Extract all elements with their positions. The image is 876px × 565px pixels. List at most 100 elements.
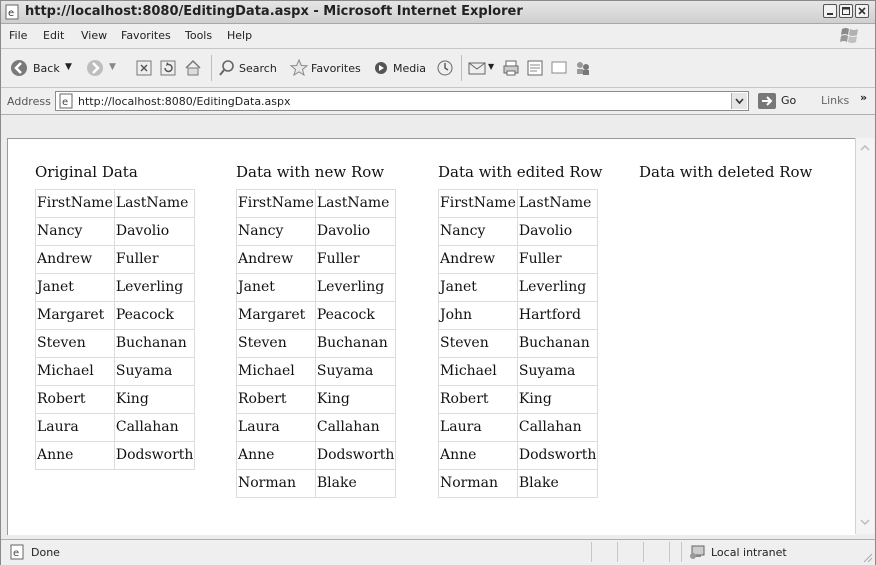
section-edited-row: Data with edited Row FirstName LastName … xyxy=(438,163,603,498)
cell-lastname: Callahan xyxy=(113,413,196,442)
cell-lastname: Dodsworth xyxy=(113,441,196,470)
table-row: Nancy Davolio xyxy=(236,217,397,246)
media-button[interactable]: Media xyxy=(371,58,431,78)
cell-lastname: Hartford xyxy=(516,301,599,330)
menu-favorites[interactable]: Favorites xyxy=(121,29,171,42)
back-dropdown-icon[interactable]: ▼ xyxy=(65,62,72,72)
discuss-button[interactable] xyxy=(549,58,569,78)
cell-lastname: Buchanan xyxy=(516,329,599,358)
page-icon: e xyxy=(59,93,73,109)
table-row: Nancy Davolio xyxy=(35,217,196,246)
home-icon xyxy=(185,59,201,76)
minimize-button[interactable] xyxy=(823,4,837,18)
mail-dropdown-icon[interactable]: ▼ xyxy=(488,62,494,71)
address-dropdown-button[interactable] xyxy=(731,93,747,109)
table-row: Anne Dodsworth xyxy=(236,441,397,470)
menu-file[interactable]: File xyxy=(9,29,27,42)
cell-firstname: Steven xyxy=(236,329,316,358)
links-chevron-icon[interactable]: » xyxy=(860,91,867,104)
table-row: Margaret Peacock xyxy=(35,301,196,330)
address-bar: Address e http://localhost:8080/EditingD… xyxy=(1,88,875,115)
favorites-button[interactable]: Favorites xyxy=(289,58,365,78)
status-divider xyxy=(617,542,618,562)
menu-view[interactable]: View xyxy=(81,29,107,42)
security-zone-text: Local intranet xyxy=(711,546,787,559)
scroll-up-icon[interactable] xyxy=(857,140,873,156)
history-button[interactable] xyxy=(435,58,455,78)
edit-page-button[interactable] xyxy=(525,58,545,78)
address-label: Address xyxy=(7,95,51,108)
vertical-scrollbar[interactable] xyxy=(855,138,874,534)
section-deleted-row: Data with deleted Row xyxy=(639,163,812,185)
table-row: Anne Dodsworth xyxy=(35,441,196,470)
menu-edit[interactable]: Edit xyxy=(43,29,64,42)
messenger-button[interactable] xyxy=(573,58,593,78)
local-intranet-icon xyxy=(690,545,705,559)
print-button[interactable] xyxy=(501,58,521,78)
stop-button[interactable] xyxy=(135,58,153,78)
column-header-lastname: LastName xyxy=(113,189,196,218)
table-row: Janet Leverling xyxy=(236,273,397,302)
refresh-icon xyxy=(160,60,176,76)
browser-window: e http://localhost:8080/EditingData.aspx… xyxy=(0,0,876,565)
cell-firstname: Laura xyxy=(35,413,115,442)
links-toolbar[interactable]: Links xyxy=(821,94,849,107)
ie-page-icon: e xyxy=(5,4,19,20)
back-button[interactable]: Back ▼ xyxy=(9,58,79,78)
cell-lastname: Suyama xyxy=(113,357,196,386)
resize-grip-icon[interactable] xyxy=(861,551,873,563)
section-heading: Data with deleted Row xyxy=(639,163,813,181)
cell-lastname: Fuller xyxy=(314,245,397,274)
cell-lastname: Buchanan xyxy=(314,329,397,358)
status-text: Done xyxy=(31,546,60,559)
forward-button[interactable]: ▼ xyxy=(85,58,119,78)
section-heading: Original Data xyxy=(35,163,138,181)
go-button[interactable]: Go xyxy=(757,92,807,110)
refresh-button[interactable] xyxy=(159,58,177,78)
menu-help[interactable]: Help xyxy=(227,29,252,42)
cell-firstname: Janet xyxy=(438,273,518,302)
table-header-row: FirstName LastName xyxy=(35,189,196,218)
table-row: Michael Suyama xyxy=(236,357,397,386)
home-button[interactable] xyxy=(183,58,203,78)
cell-lastname: Davolio xyxy=(516,217,599,246)
cell-lastname: Callahan xyxy=(516,413,599,442)
table-row: Laura Callahan xyxy=(236,413,397,442)
column-header-lastname: LastName xyxy=(314,189,397,218)
back-arrow-icon xyxy=(11,60,27,76)
messenger-icon xyxy=(577,62,589,75)
cell-firstname: Nancy xyxy=(35,217,115,246)
table-row: Anne Dodsworth xyxy=(438,441,599,470)
menu-bar: File Edit View Favorites Tools Help xyxy=(1,24,875,49)
search-button[interactable]: Search xyxy=(217,58,283,78)
table-row: Andrew Fuller xyxy=(438,245,599,274)
cell-firstname: Robert xyxy=(35,385,115,414)
cell-lastname: King xyxy=(516,385,599,414)
svg-text:e: e xyxy=(8,8,14,19)
cell-lastname: Blake xyxy=(314,469,397,498)
stop-icon xyxy=(136,60,152,76)
cell-lastname: King xyxy=(113,385,196,414)
address-input[interactable]: e http://localhost:8080/EditingData.aspx xyxy=(55,91,749,111)
table-row: Andrew Fuller xyxy=(236,245,397,274)
cell-firstname: Janet xyxy=(35,273,115,302)
table-row: Michael Suyama xyxy=(438,357,599,386)
close-button[interactable] xyxy=(855,4,869,18)
cell-firstname: Margaret xyxy=(35,301,115,330)
mail-button[interactable]: ▼ xyxy=(467,58,497,78)
forward-dropdown-icon[interactable]: ▼ xyxy=(109,62,116,72)
search-icon xyxy=(219,60,234,76)
column-header-firstname: FirstName xyxy=(236,189,316,218)
status-divider xyxy=(669,542,670,562)
cell-lastname: Fuller xyxy=(113,245,196,274)
cell-lastname: Peacock xyxy=(314,301,397,330)
cell-firstname: Laura xyxy=(438,413,518,442)
maximize-button[interactable] xyxy=(839,4,853,18)
scroll-down-icon[interactable] xyxy=(857,514,873,530)
go-label: Go xyxy=(781,94,797,107)
table-row: Janet Leverling xyxy=(438,273,599,302)
cell-firstname: Steven xyxy=(438,329,518,358)
maximize-icon xyxy=(842,7,850,15)
menu-tools[interactable]: Tools xyxy=(185,29,212,42)
cell-lastname: Davolio xyxy=(314,217,397,246)
